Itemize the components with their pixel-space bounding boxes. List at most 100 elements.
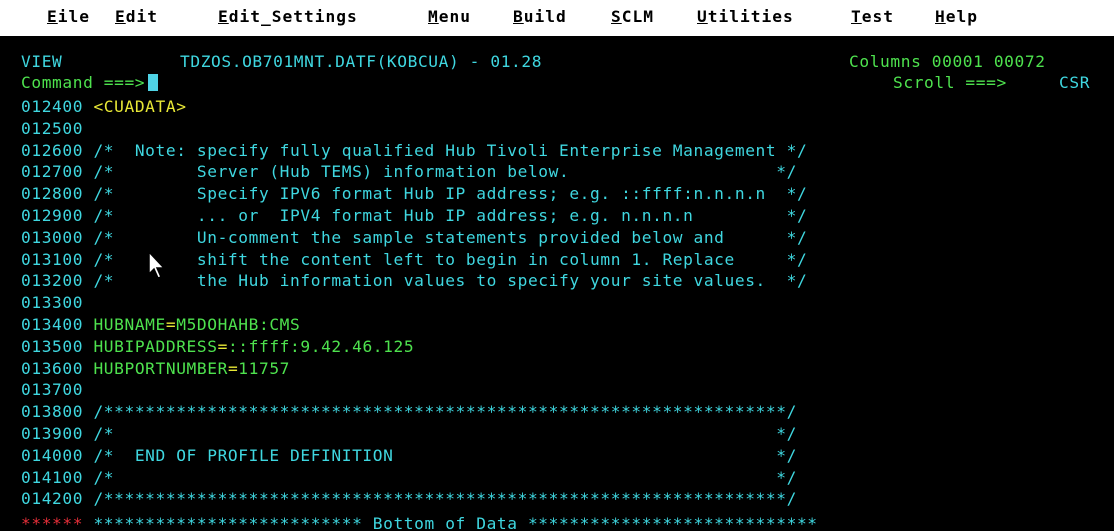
menu-test-mnemonic: T: [851, 7, 862, 26]
menu-edit-settings[interactable]: Edit_Settings: [218, 7, 358, 26]
line-equals: =: [165, 315, 177, 334]
line-key: HUBNAME: [93, 315, 166, 334]
line-equals: =: [227, 358, 239, 378]
line-text: /* Server (Hub TEMS) information below. …: [93, 162, 797, 182]
line-text: /* Note: specify fully qualified Hub Tiv…: [93, 140, 808, 160]
dataset-title: TDZOS.OB701MNT.DATF(KOBCUA) - 01.28: [180, 52, 543, 71]
editor-line[interactable]: 014200 /********************************…: [21, 488, 797, 510]
line-text: /* ... or IPV4 format Hub IP address; e.…: [93, 206, 808, 225]
columns-indicator: Columns 00001 00072: [849, 52, 1046, 71]
line-number[interactable]: 013300: [21, 293, 83, 312]
line-number[interactable]: 013600: [21, 359, 83, 378]
menu-help[interactable]: Help: [935, 7, 978, 26]
line-text: /* the Hub information values to specify…: [93, 271, 808, 291]
line-value: ::ffff:9.42.46.125: [227, 336, 415, 356]
editor-line[interactable]: 014000 /* END OF PROFILE DEFINITION */: [21, 445, 797, 467]
command-input[interactable]: [148, 73, 158, 92]
text-cursor: [148, 74, 158, 91]
menu-utilities-mnemonic: U: [697, 7, 708, 26]
line-key: HUBPORTNUMBER: [93, 358, 228, 378]
menu-help-mnemonic: H: [935, 7, 946, 26]
line-text: /* Specify IPV6 format Hub IP address; e…: [93, 184, 808, 204]
menu-build-mnemonic: B: [513, 7, 524, 26]
mouse-pointer-icon: [148, 250, 166, 279]
menu-help-label: elp: [945, 7, 978, 26]
menu-test-label: est: [861, 7, 894, 26]
menu-edit-settings-mnemonic: E: [218, 7, 229, 26]
editor-line[interactable]: 013300: [21, 292, 93, 314]
line-text: /***************************************…: [93, 489, 797, 509]
command-label: Command ===>: [21, 73, 146, 92]
line-number[interactable]: 014100: [21, 468, 83, 487]
line-text: /* */: [93, 424, 797, 443]
menu-test[interactable]: Test: [851, 7, 894, 26]
terminal-screen: Eile Edit Edit_Settings Menu Build SCLM …: [0, 0, 1114, 531]
line-number[interactable]: 012500: [21, 119, 83, 138]
menu-file-label: ile: [57, 7, 90, 26]
line-text: /***************************************…: [93, 402, 797, 422]
editor-line[interactable]: 012800 /* Specify IPV6 format Hub IP add…: [21, 183, 807, 205]
menu-sclm-mnemonic: S: [611, 7, 622, 26]
line-number[interactable]: 012400: [21, 97, 83, 116]
bottom-marker: ******: [21, 514, 84, 531]
line-equals: =: [217, 336, 228, 356]
menu-edit-settings-label: dit_Settings: [228, 7, 358, 26]
bottom-of-data-text: ************************** Bottom of Dat…: [93, 514, 818, 531]
menu-bar: Eile Edit Edit_Settings Menu Build SCLM …: [0, 0, 1114, 36]
menu-menu[interactable]: Menu: [428, 7, 471, 26]
editor-line[interactable]: 014100 /* */: [21, 467, 797, 489]
editor-line[interactable]: 013000 /* Un-comment the sample statemen…: [21, 227, 807, 249]
menu-menu-mnemonic: M: [428, 7, 439, 26]
editor-line[interactable]: 013700: [21, 379, 93, 401]
line-number[interactable]: 013900: [21, 424, 83, 443]
menu-edit[interactable]: Edit: [115, 7, 158, 26]
editor-line[interactable]: 013100 /* shift the content left to begi…: [21, 249, 807, 271]
line-text: /* Un-comment the sample statements prov…: [93, 227, 808, 247]
line-number[interactable]: 013800: [21, 402, 83, 421]
editor-line[interactable]: 013500 HUBIPADDRESS=::ffff:9.42.46.125: [21, 336, 414, 358]
line-number[interactable]: 012800: [21, 184, 83, 203]
line-number[interactable]: 012700: [21, 162, 83, 181]
editor-line[interactable]: 012900 /* ... or IPV4 format Hub IP addr…: [21, 205, 807, 227]
line-text: <CUADATA>: [93, 97, 187, 116]
line-key: HUBIPADDRESS: [93, 336, 218, 356]
editor-line[interactable]: 013200 /* the Hub information values to …: [21, 270, 807, 292]
menu-build-label: uild: [523, 7, 567, 26]
editor-line[interactable]: 013400 HUBNAME=M5DOHAHB:CMS: [21, 314, 300, 336]
editor-line[interactable]: 013800 /********************************…: [21, 401, 797, 423]
line-number[interactable]: 013500: [21, 337, 83, 356]
bottom-of-data-line: ****** ************************** Bottom…: [21, 514, 818, 531]
menu-file[interactable]: Eile: [47, 7, 90, 26]
menu-file-mnemonic: E: [47, 7, 58, 26]
menu-build[interactable]: Build: [513, 7, 567, 26]
scroll-label: Scroll ===>: [893, 73, 1007, 92]
line-number[interactable]: 013200: [21, 271, 83, 290]
line-value: 11757: [238, 358, 291, 378]
editor-line[interactable]: 012700 /* Server (Hub TEMS) information …: [21, 161, 797, 183]
line-number[interactable]: 013700: [21, 380, 83, 399]
menu-utilities[interactable]: Utilities: [697, 7, 794, 26]
menu-edit-mnemonic: E: [115, 7, 126, 26]
line-text: /* shift the content left to begin in co…: [93, 249, 808, 269]
menu-sclm[interactable]: SCLM: [611, 7, 654, 26]
editor-line[interactable]: 012400 <CUADATA>: [21, 96, 187, 118]
editor-line[interactable]: 012500: [21, 118, 93, 140]
editor-line[interactable]: 013900 /* */: [21, 423, 797, 445]
line-number[interactable]: 014000: [21, 446, 83, 465]
line-number[interactable]: 013400: [21, 315, 83, 334]
line-number[interactable]: 013100: [21, 250, 83, 269]
line-value: M5DOHAHB:CMS: [176, 315, 301, 334]
scroll-input[interactable]: CSR: [1059, 73, 1090, 92]
line-number[interactable]: 014200: [21, 489, 83, 508]
line-text: /* */: [93, 467, 797, 487]
menu-menu-label: enu: [438, 7, 471, 26]
line-number[interactable]: 013000: [21, 228, 83, 247]
editor-line[interactable]: 012600 /* Note: specify fully qualified …: [21, 140, 807, 162]
editor-line[interactable]: 013600 HUBPORTNUMBER=11757: [21, 358, 290, 380]
line-number[interactable]: 012900: [21, 206, 83, 225]
menu-sclm-label: CLM: [621, 7, 654, 26]
line-text: /* END OF PROFILE DEFINITION */: [93, 445, 797, 465]
menu-edit-label: dit: [125, 7, 158, 26]
line-number[interactable]: 012600: [21, 141, 83, 160]
menu-utilities-label: tilities: [707, 7, 794, 26]
